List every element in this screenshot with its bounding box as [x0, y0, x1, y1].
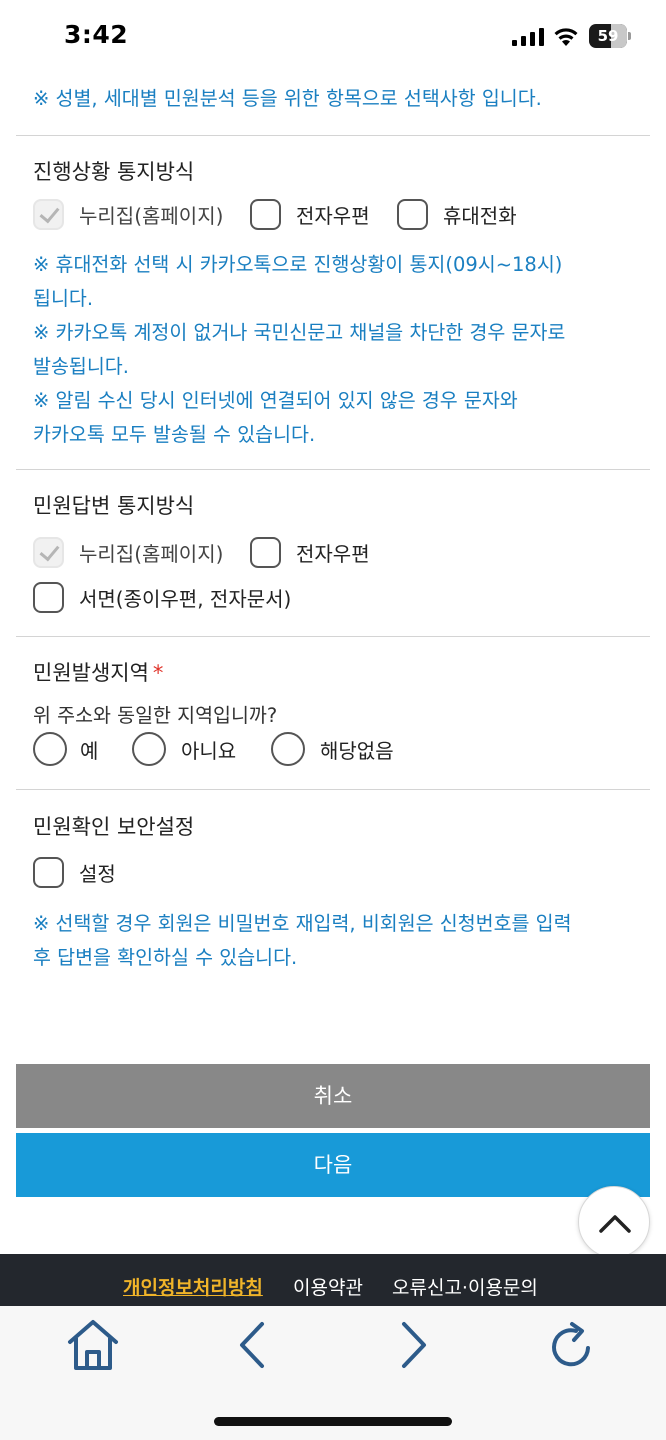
status-time: 3:42 — [64, 20, 129, 49]
note-line: 후 답변을 확인하실 수 있습니다. — [33, 946, 298, 969]
region-option-na[interactable]: 해당없음 — [271, 732, 394, 766]
security-option[interactable]: 설정 — [33, 855, 116, 889]
required-mark: * — [152, 661, 164, 685]
chevron-up-icon — [599, 1215, 631, 1233]
option-label: 전자우편 — [296, 203, 370, 228]
region-option-no[interactable]: 아니요 — [132, 732, 236, 766]
next-button[interactable]: 다음 — [16, 1133, 650, 1197]
battery-level: 59 — [597, 27, 619, 45]
divider — [16, 135, 650, 136]
note-line: 카카오톡 모두 발송될 수 있습니다. — [33, 423, 316, 446]
region-title: 민원발생지역 * — [33, 657, 163, 687]
region-option-yes[interactable]: 예 — [33, 732, 98, 766]
progress-option-email[interactable]: 전자우편 — [250, 197, 370, 231]
status-bar: 3:42 59 — [0, 0, 666, 72]
radio-no[interactable] — [132, 732, 166, 766]
cancel-button[interactable]: 취소 — [16, 1064, 650, 1128]
answer-option-paper[interactable]: 서면(종이우편, 전자문서) — [33, 580, 291, 614]
security-notes: ※ 선택할 경우 회원은 비밀번호 재입력, 비회원은 신청번호를 입력 후 답… — [33, 907, 572, 975]
region-question: 위 주소와 동일한 지역입니까? — [33, 704, 278, 727]
home-indicator — [214, 1417, 452, 1426]
option-label: 해당없음 — [320, 738, 394, 763]
battery-icon: 59 — [589, 24, 631, 48]
answer-option-email[interactable]: 전자우편 — [250, 535, 370, 569]
option-label: 누리집(홈페이지) — [79, 541, 224, 566]
progress-option-mobile[interactable]: 휴대전화 — [397, 197, 517, 231]
checkbox-homepage — [33, 198, 64, 230]
note-line: ※ 선택할 경우 회원은 비밀번호 재입력, 비회원은 신청번호를 입력 — [33, 912, 572, 935]
divider — [16, 636, 650, 637]
checkbox-paper[interactable] — [33, 581, 64, 613]
option-label: 예 — [80, 738, 99, 763]
option-label: 전자우편 — [296, 541, 370, 566]
region-title-text: 민원발생지역 — [33, 661, 149, 685]
forward-icon[interactable] — [396, 1320, 430, 1370]
reload-icon[interactable] — [546, 1320, 600, 1372]
wifi-icon — [554, 28, 578, 46]
scroll-top-button[interactable] — [578, 1186, 650, 1258]
option-label: 휴대전화 — [443, 203, 517, 228]
checkbox-email[interactable] — [250, 198, 281, 230]
note-line: ※ 카카오톡 계정이 없거나 국민신문고 채널을 차단한 경우 문자로 — [33, 321, 566, 344]
note-line: 발송됩니다. — [33, 355, 129, 378]
progress-option-homepage: 누리집(홈페이지) — [33, 197, 223, 231]
divider — [16, 789, 650, 790]
checkbox-homepage — [33, 536, 64, 568]
checkbox-mobile[interactable] — [397, 198, 428, 230]
security-title: 민원확인 보안설정 — [33, 815, 195, 839]
option-label: 설정 — [79, 861, 116, 886]
option-label: 서면(종이우편, 전자문서) — [79, 586, 292, 611]
checkbox-security[interactable] — [33, 856, 64, 888]
checkbox-email[interactable] — [250, 536, 281, 568]
answer-option-homepage: 누리집(홈페이지) — [33, 535, 223, 569]
footer-link-report[interactable]: 오류신고·이용문의 — [392, 1273, 538, 1300]
progress-notes: ※ 휴대전화 선택 시 카카오톡으로 진행상황이 통지(09시~18시) 됩니다… — [33, 248, 565, 452]
note-line: ※ 휴대전화 선택 시 카카오톡으로 진행상황이 통지(09시~18시) — [33, 253, 563, 276]
footer-link-privacy[interactable]: 개인정보처리방침 — [123, 1273, 263, 1300]
radio-na[interactable] — [271, 732, 305, 766]
radio-yes[interactable] — [33, 732, 67, 766]
footer-link-terms[interactable]: 이용약관 — [293, 1273, 363, 1300]
answer-notify-title: 민원답변 통지방식 — [33, 494, 195, 518]
option-label: 누리집(홈페이지) — [79, 203, 224, 228]
signal-icon — [512, 28, 544, 46]
note-line: ※ 알림 수신 당시 인터넷에 연결되어 있지 않은 경우 문자와 — [33, 389, 518, 412]
option-label: 아니요 — [181, 738, 237, 763]
privacy-note: ※ 성별, 세대별 민원분석 등을 위한 항목으로 선택사항 입니다. — [33, 87, 542, 110]
progress-notify-title: 진행상황 통지방식 — [33, 160, 195, 184]
home-icon[interactable] — [66, 1318, 120, 1372]
back-icon[interactable] — [236, 1320, 270, 1370]
divider — [16, 469, 650, 470]
note-line: 됩니다. — [33, 287, 94, 310]
